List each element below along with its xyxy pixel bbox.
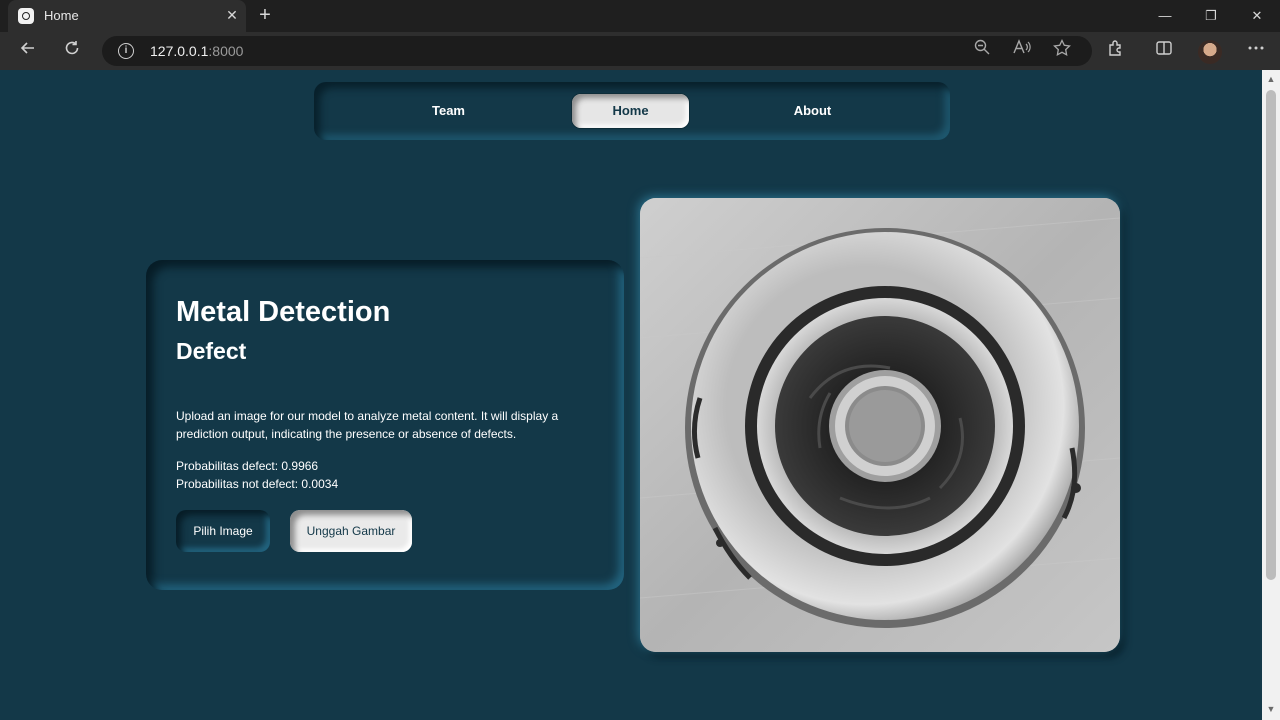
tab-close-icon[interactable]: ✕ (222, 5, 242, 25)
reload-icon[interactable] (60, 39, 84, 63)
read-aloud-icon[interactable] (1010, 39, 1034, 63)
pick-image-button[interactable]: Pilih Image (176, 510, 270, 552)
page-viewport: Team Home About Metal Detection Defect U… (0, 70, 1262, 720)
minimize-button[interactable]: — (1142, 0, 1188, 32)
favicon-icon (18, 8, 34, 24)
browser-toolbar: i 127.0.0.1:8000 (0, 32, 1280, 70)
probability-not-defect: Probabilitas not defect: 0.0034 (176, 477, 339, 491)
window-close-button[interactable]: ✕ (1234, 0, 1280, 32)
more-icon[interactable] (1244, 39, 1268, 63)
split-screen-icon[interactable] (1152, 39, 1176, 63)
restore-button[interactable]: ❐ (1188, 0, 1234, 32)
detection-card: Metal Detection Defect Upload an image f… (146, 260, 624, 590)
profile-avatar[interactable] (1198, 40, 1222, 64)
back-arrow-icon[interactable] (16, 39, 40, 63)
info-icon[interactable]: i (118, 43, 134, 59)
page-title: Metal Detection (176, 296, 391, 328)
tab-bar: Home ✕ + — ❐ ✕ (0, 0, 1280, 32)
tab-title: Home (44, 8, 79, 23)
star-icon[interactable] (1050, 38, 1074, 63)
browser-tab[interactable]: Home ✕ (8, 0, 246, 32)
metal-part-photo (640, 198, 1120, 652)
scroll-thumb[interactable] (1266, 90, 1276, 580)
scroll-up-icon[interactable]: ▲ (1266, 74, 1276, 84)
zoom-out-icon[interactable] (970, 39, 994, 63)
page-subtitle: Defect (176, 338, 247, 364)
nav-team[interactable]: Team (390, 94, 507, 128)
address-text: 127.0.0.1:8000 (150, 43, 243, 59)
nav-about[interactable]: About (754, 94, 871, 128)
scroll-down-icon[interactable]: ▼ (1266, 704, 1276, 714)
nav-home[interactable]: Home (572, 94, 689, 128)
address-host: 127.0.0.1 (150, 43, 209, 59)
extensions-icon[interactable] (1104, 39, 1128, 63)
address-bar[interactable]: i 127.0.0.1:8000 (102, 36, 1092, 66)
upload-image-button[interactable]: Unggah Gambar (290, 510, 412, 552)
preview-image (640, 198, 1120, 652)
description-text: Upload an image for our model to analyze… (176, 409, 559, 441)
vertical-scrollbar[interactable]: ▲ ▼ (1262, 70, 1280, 720)
address-port: :8000 (208, 43, 244, 59)
new-tab-button[interactable]: + (254, 4, 276, 26)
probability-defect: Probabilitas defect: 0.9966 (176, 459, 319, 473)
main-nav: Team Home About (314, 82, 950, 140)
